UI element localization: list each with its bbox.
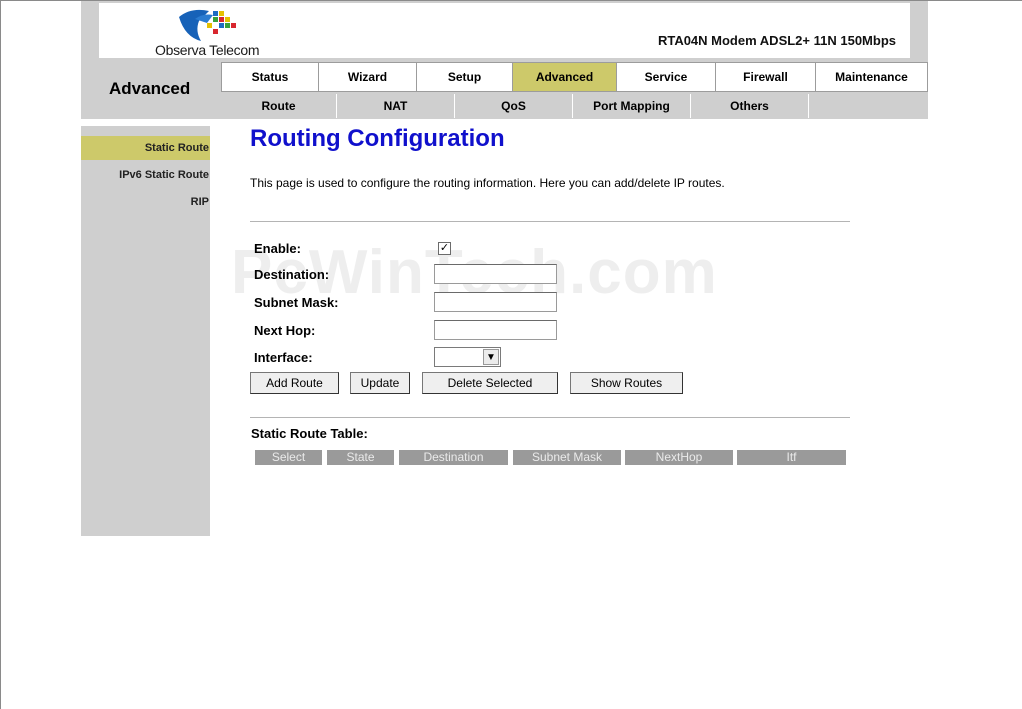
column-header-itf: Itf xyxy=(737,450,846,465)
tab-wizard[interactable]: Wizard xyxy=(318,62,416,92)
next-hop-label: Next Hop: xyxy=(254,323,316,338)
tab-maintenance[interactable]: Maintenance xyxy=(815,62,928,92)
chevron-down-icon[interactable]: ▼ xyxy=(483,349,499,365)
page-description: This page is used to configure the routi… xyxy=(250,176,725,190)
column-header-destination: Destination xyxy=(399,450,508,465)
tab-advanced[interactable]: Advanced xyxy=(512,62,616,92)
table-title: Static Route Table: xyxy=(251,426,368,441)
subnet-mask-label: Subnet Mask: xyxy=(254,295,339,310)
update-button[interactable]: Update xyxy=(350,372,410,394)
main-tabs: Status Wizard Setup Advanced Service Fir… xyxy=(221,62,928,92)
subtab-port-mapping[interactable]: Port Mapping xyxy=(573,94,691,118)
show-routes-button[interactable]: Show Routes xyxy=(570,372,683,394)
page-title: Routing Configuration xyxy=(250,125,505,152)
sidebar-item-static-route[interactable]: Static Route xyxy=(81,136,210,160)
tab-firewall[interactable]: Firewall xyxy=(715,62,815,92)
next-hop-input[interactable] xyxy=(434,320,557,340)
sub-tabs: Route NAT QoS Port Mapping Others xyxy=(221,94,809,118)
divider xyxy=(250,221,850,222)
interface-label: Interface: xyxy=(254,350,313,365)
destination-input[interactable] xyxy=(434,264,557,284)
subtab-route[interactable]: Route xyxy=(221,94,337,118)
sidebar-item-rip[interactable]: RIP xyxy=(81,190,210,214)
checkmark-icon: ✓ xyxy=(439,242,450,254)
sidebar-item-ipv6-static-route[interactable]: IPv6 Static Route xyxy=(81,163,210,187)
enable-label: Enable: xyxy=(254,241,301,256)
divider xyxy=(250,417,850,418)
column-header-state: State xyxy=(327,450,394,465)
observa-logo-icon xyxy=(179,9,236,41)
column-header-select: Select xyxy=(255,450,322,465)
enable-checkbox[interactable]: ✓ xyxy=(438,242,451,255)
column-header-subnet-mask: Subnet Mask xyxy=(513,450,621,465)
interface-select[interactable]: ▼ xyxy=(434,347,501,367)
brand-name: Observa Telecom xyxy=(155,42,260,58)
subtab-others[interactable]: Others xyxy=(691,94,809,118)
column-header-nexthop: NextHop xyxy=(625,450,733,465)
header-banner: Observa Telecom RTA04N Modem ADSL2+ 11N … xyxy=(99,3,910,58)
tab-status[interactable]: Status xyxy=(221,62,318,92)
destination-label: Destination: xyxy=(254,267,330,282)
tab-service[interactable]: Service xyxy=(616,62,715,92)
subtab-qos[interactable]: QoS xyxy=(455,94,573,118)
add-route-button[interactable]: Add Route xyxy=(250,372,339,394)
tab-setup[interactable]: Setup xyxy=(416,62,512,92)
sidebar: Static Route IPv6 Static Route RIP xyxy=(81,126,210,536)
subnet-mask-input[interactable] xyxy=(434,292,557,312)
delete-selected-button[interactable]: Delete Selected xyxy=(422,372,558,394)
subtab-nat[interactable]: NAT xyxy=(337,94,455,118)
model-title: RTA04N Modem ADSL2+ 11N 150Mbps xyxy=(657,33,896,48)
section-title: Advanced xyxy=(109,79,191,98)
